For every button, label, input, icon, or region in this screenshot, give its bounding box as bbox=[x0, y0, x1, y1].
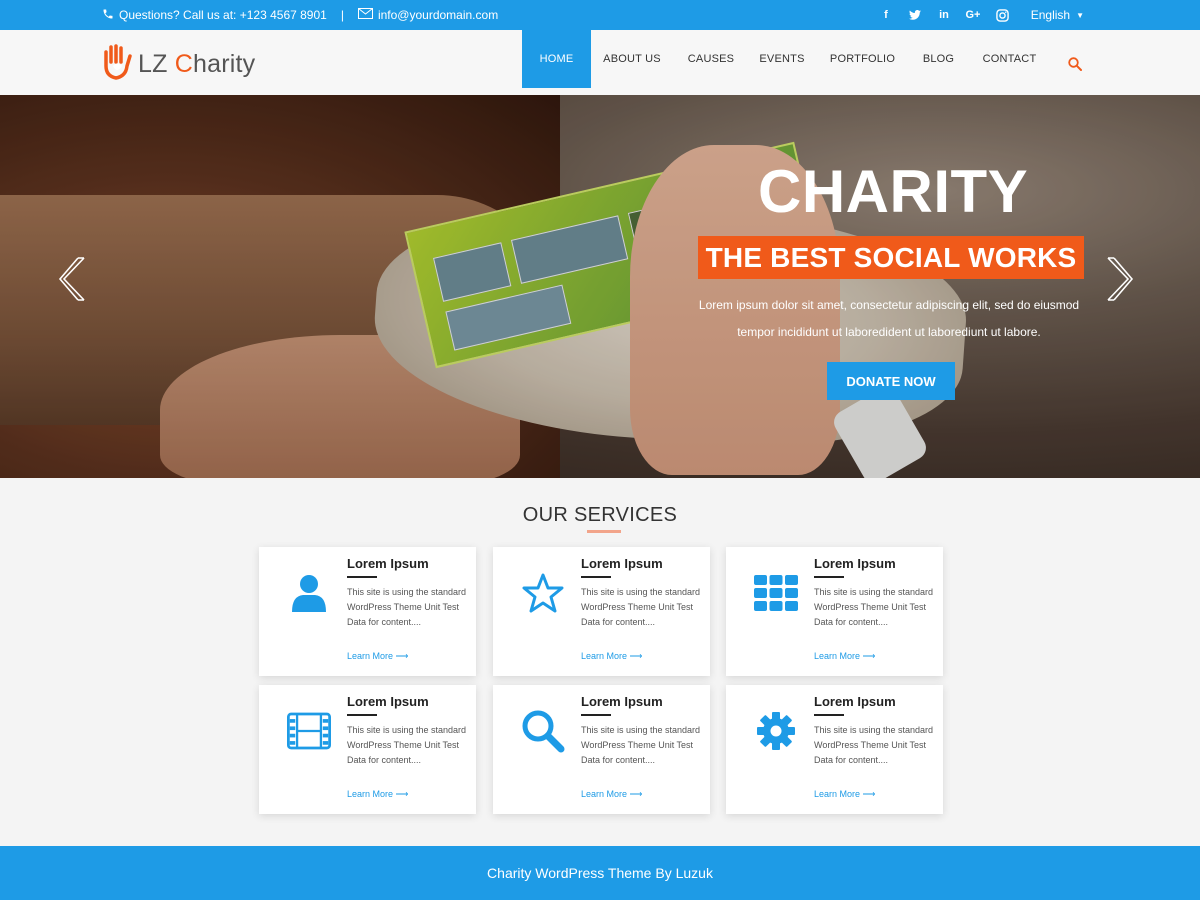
service-text: This site is using the standard WordPres… bbox=[581, 587, 701, 627]
hero-subtitle: THE BEST SOCIAL WORKS bbox=[698, 236, 1084, 279]
service-card: Lorem Ipsum This site is using the stand… bbox=[493, 685, 710, 814]
service-card: Lorem Ipsum This site is using the stand… bbox=[726, 547, 943, 676]
title-divider bbox=[347, 714, 377, 716]
grid-icon bbox=[754, 571, 798, 615]
site-header: LZ Charity HOME ABOUT US CAUSES EVENTS P… bbox=[0, 30, 1200, 95]
logo-letter-c: C bbox=[174, 50, 193, 78]
service-card: Lorem Ipsum This site is using the stand… bbox=[493, 547, 710, 676]
social-links: f in G+ bbox=[878, 0, 1010, 30]
instagram-icon[interactable] bbox=[994, 7, 1010, 23]
title-divider bbox=[814, 714, 844, 716]
charity-hand-icon bbox=[100, 44, 134, 85]
prev-slide-arrow-icon[interactable] bbox=[58, 256, 88, 302]
learn-more-link[interactable]: Learn More ⟶ bbox=[814, 651, 875, 662]
mail-icon bbox=[357, 8, 373, 22]
language-selector[interactable]: English ▼ bbox=[1031, 0, 1084, 30]
service-text: This site is using the standard WordPres… bbox=[814, 587, 934, 627]
nav-home[interactable]: HOME bbox=[522, 30, 591, 88]
service-card: Lorem Ipsum This site is using the stand… bbox=[259, 685, 476, 814]
logo-text: LZ Charity bbox=[138, 50, 255, 79]
phone-text: Questions? Call us at: +123 4567 8901 bbox=[119, 8, 327, 22]
title-divider bbox=[581, 714, 611, 716]
email-text: info@yourdomain.com bbox=[377, 8, 499, 22]
search-icon[interactable] bbox=[1068, 57, 1082, 76]
search-icon bbox=[521, 709, 565, 753]
gear-icon bbox=[754, 709, 798, 753]
separator: | bbox=[340, 8, 344, 22]
linkedin-icon[interactable]: in bbox=[936, 7, 952, 23]
email-info[interactable]: info@yourdomain.com bbox=[357, 8, 499, 22]
nav-about-us[interactable]: ABOUT US bbox=[591, 30, 673, 88]
next-slide-arrow-icon[interactable] bbox=[1104, 256, 1134, 302]
nav-contact[interactable]: CONTACT bbox=[967, 30, 1052, 88]
logo-rest: harity bbox=[193, 50, 256, 78]
learn-more-link[interactable]: Learn More ⟶ bbox=[347, 651, 408, 662]
learn-more-link[interactable]: Learn More ⟶ bbox=[581, 789, 642, 800]
main-nav: HOME ABOUT US CAUSES EVENTS PORTFOLIO BL… bbox=[522, 30, 1052, 88]
learn-more-link[interactable]: Learn More ⟶ bbox=[581, 651, 642, 662]
service-text: This site is using the standard WordPres… bbox=[347, 587, 467, 627]
user-icon bbox=[287, 571, 331, 615]
caret-down-icon: ▼ bbox=[1076, 10, 1084, 20]
nav-causes[interactable]: CAUSES bbox=[673, 30, 749, 88]
footer-credit[interactable]: Charity WordPress Theme By Luzuk bbox=[487, 865, 713, 881]
service-text: This site is using the standard WordPres… bbox=[347, 725, 467, 765]
star-icon bbox=[521, 571, 565, 615]
nav-blog[interactable]: BLOG bbox=[910, 30, 967, 88]
learn-more-link[interactable]: Learn More ⟶ bbox=[347, 789, 408, 800]
hero-overlay bbox=[0, 95, 1200, 478]
nav-portfolio[interactable]: PORTFOLIO bbox=[815, 30, 910, 88]
top-bar: Questions? Call us at: +123 4567 8901 | … bbox=[0, 0, 1200, 30]
phone-icon bbox=[102, 8, 114, 23]
twitter-icon[interactable] bbox=[907, 7, 923, 23]
service-title: Lorem Ipsum bbox=[347, 556, 429, 571]
google-plus-icon[interactable]: G+ bbox=[965, 7, 981, 23]
hero-title: CHARITY bbox=[758, 158, 1029, 225]
service-title: Lorem Ipsum bbox=[814, 694, 896, 709]
title-divider bbox=[581, 576, 611, 578]
heading-underline bbox=[587, 530, 621, 533]
site-logo[interactable]: LZ Charity bbox=[100, 44, 255, 85]
nav-events[interactable]: EVENTS bbox=[749, 30, 815, 88]
phone-info: Questions? Call us at: +123 4567 8901 bbox=[102, 8, 327, 23]
service-title: Lorem Ipsum bbox=[581, 694, 663, 709]
donate-now-button[interactable]: DONATE NOW bbox=[827, 362, 955, 400]
hero-description: Lorem ipsum dolor sit amet, consectetur … bbox=[698, 298, 1080, 339]
service-card: Lorem Ipsum This site is using the stand… bbox=[726, 685, 943, 814]
title-divider bbox=[814, 576, 844, 578]
title-divider bbox=[347, 576, 377, 578]
service-title: Lorem Ipsum bbox=[347, 694, 429, 709]
service-text: This site is using the standard WordPres… bbox=[814, 725, 934, 765]
language-label: English bbox=[1030, 8, 1071, 22]
logo-prefix: LZ bbox=[138, 50, 175, 78]
site-footer: Charity WordPress Theme By Luzuk bbox=[0, 846, 1200, 900]
service-title: Lorem Ipsum bbox=[814, 556, 896, 571]
hero-slider: CHARITY THE BEST SOCIAL WORKS Lorem ipsu… bbox=[0, 95, 1200, 478]
facebook-icon[interactable]: f bbox=[878, 7, 894, 23]
learn-more-link[interactable]: Learn More ⟶ bbox=[814, 789, 875, 800]
contact-info: Questions? Call us at: +123 4567 8901 | … bbox=[102, 0, 498, 30]
service-title: Lorem Ipsum bbox=[581, 556, 663, 571]
service-text: This site is using the standard WordPres… bbox=[581, 725, 701, 765]
services-heading: OUR SERVICES bbox=[522, 504, 678, 526]
film-icon bbox=[287, 709, 331, 753]
service-card: Lorem Ipsum This site is using the stand… bbox=[259, 547, 476, 676]
